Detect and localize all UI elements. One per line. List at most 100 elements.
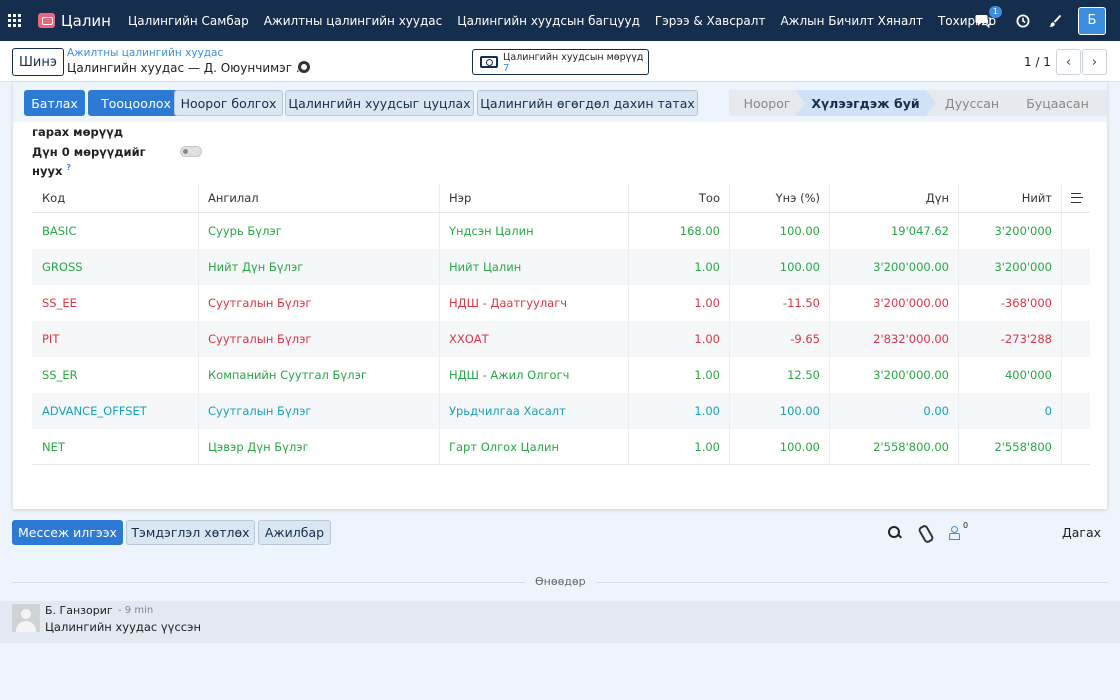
cell-name: НДШ - Даатгуулагч — [440, 285, 629, 321]
table-row[interactable]: PIT Суутгалын Бүлэг ХХОАТ 1.00 -9.65 2'8… — [32, 321, 1090, 357]
cell-amount: 3'200'000.00 — [830, 285, 959, 321]
confirm-button[interactable]: Батлах — [24, 90, 85, 116]
hide-zero-toggle[interactable] — [180, 146, 202, 157]
cancel-payslip-button[interactable]: Цалингийн хуудсыг цуцлах — [285, 90, 474, 116]
chevron-right-icon: › — [1091, 54, 1098, 70]
form-sheet: Батлах Тооцоолох Ноорог болгох Цалингийн… — [13, 82, 1107, 509]
cell-name: Гарт Олгох Цалин — [440, 429, 629, 465]
apps-grid-icon[interactable] — [8, 13, 22, 28]
help-icon[interactable]: ? — [66, 163, 71, 172]
cell-category: Цэвэр Дүн Бүлэг — [199, 429, 440, 465]
search-icon[interactable] — [887, 525, 903, 541]
menu-item-work-entries[interactable]: Ажлын Бичилт Хяналт — [780, 14, 923, 28]
app-brand[interactable]: Цалин — [38, 12, 111, 30]
menu-item-contracts[interactable]: Гэрээ & Хавсралт — [655, 14, 766, 28]
header-amount[interactable]: Дүн — [830, 183, 959, 212]
table-row[interactable]: SS_EE Суутгалын Бүлэг НДШ - Даатгуулагч … — [32, 285, 1090, 321]
refresh-payslip-data-button[interactable]: Цалингийн өгөгдөл дахин татах — [477, 90, 698, 116]
paperclip-icon[interactable] — [917, 525, 933, 541]
menu-item-payslips[interactable]: Ажилтны цалингийн хуудас — [264, 14, 443, 28]
breadcrumb-parent[interactable]: Ажилтны цалингийн хуудас — [67, 47, 223, 59]
column-settings-button[interactable] — [1062, 183, 1090, 212]
money-icon — [480, 56, 498, 68]
payslip-lines-smart-button[interactable]: Цалингийн хуудсын мөрүүд 7 — [472, 49, 649, 75]
row-spacer — [1062, 249, 1090, 285]
main-menu: Цалингийн Самбар Ажилтны цалингийн хууда… — [128, 14, 1011, 28]
payroll-app-icon — [38, 13, 55, 28]
pager-prev-button[interactable]: ‹ — [1056, 49, 1081, 75]
brush-icon[interactable] — [1046, 12, 1064, 30]
cell-quantity: 1.00 — [629, 393, 730, 429]
follow-button[interactable]: Дагах — [1062, 525, 1101, 540]
row-spacer — [1062, 321, 1090, 357]
cell-name: Урьдчилгаа Хасалт — [440, 393, 629, 429]
stage-waiting[interactable]: Хүлээгдэж буй — [795, 90, 936, 116]
menu-item-payslip-batches[interactable]: Цалингийн хуудсын багцууд — [457, 14, 640, 28]
cell-code: BASIC — [32, 213, 199, 249]
new-button[interactable]: Шинэ — [12, 48, 64, 76]
cell-category: Суутгалын Бүлэг — [199, 393, 440, 429]
cell-name: Нийт Цалин — [440, 249, 629, 285]
hide-zero-label-text: Дүн 0 мөрүүдийг нуух — [32, 145, 146, 178]
table-row[interactable]: ADVANCE_OFFSET Суутгалын Бүлэг Урьдчилга… — [32, 393, 1090, 429]
header-quantity[interactable]: Тоо — [629, 183, 730, 212]
cell-rate: -9.65 — [730, 321, 830, 357]
table-bottom-border — [32, 464, 1090, 465]
cell-total: 2'558'800 — [959, 429, 1062, 465]
cell-code: PIT — [32, 321, 199, 357]
header-total[interactable]: Нийт — [959, 183, 1062, 212]
send-message-button[interactable]: Мессеж илгээх — [12, 520, 123, 545]
table-header: Код Ангилал Нэр Тоо Үнэ (%) Дүн Нийт — [32, 183, 1090, 213]
smart-button-label: Цалингийн хуудсын мөрүүд — [503, 52, 644, 63]
log-note-button[interactable]: Тэмдэглэл хөтлөх — [126, 520, 255, 545]
compute-button[interactable]: Тооцоолох — [88, 90, 184, 116]
cell-amount: 19'047.62 — [830, 213, 959, 249]
menu-item-dashboard[interactable]: Цалингийн Самбар — [128, 14, 249, 28]
header-category[interactable]: Ангилал — [199, 183, 440, 212]
gear-icon[interactable] — [298, 61, 310, 73]
table-row[interactable]: NET Цэвэр Дүн Бүлэг Гарт Олгох Цалин 1.0… — [32, 429, 1090, 465]
cell-amount: 3'200'000.00 — [830, 249, 959, 285]
cell-code: SS_ER — [32, 357, 199, 393]
table-row[interactable]: SS_ER Компанийн Суутгал Бүлэг НДШ - Ажил… — [32, 357, 1090, 393]
stage-done[interactable]: Дууссан — [926, 90, 1018, 116]
set-to-draft-button[interactable]: Ноорог болгох — [174, 90, 283, 116]
row-spacer — [1062, 213, 1090, 249]
cell-category: Суутгалын Бүлэг — [199, 321, 440, 357]
followers-icon[interactable] — [947, 525, 963, 541]
message-body: Цалингийн хуудас үүссэн — [45, 620, 201, 634]
chat-icon[interactable]: 1 — [974, 5, 1002, 30]
cell-total: -368'000 — [959, 285, 1062, 321]
sliders-icon — [1071, 192, 1083, 203]
clock-icon[interactable] — [1014, 12, 1032, 30]
field-label-hide-zero: Дүн 0 мөрүүдийг нуух ? — [32, 144, 152, 179]
status-bar: Батлах Тооцоолох Ноорог болгох Цалингийн… — [13, 82, 1107, 122]
cell-name: Үндсэн Цалин — [440, 213, 629, 249]
cell-rate: 100.00 — [730, 429, 830, 465]
cell-category: Суурь Бүлэг — [199, 213, 440, 249]
cell-code: GROSS — [32, 249, 199, 285]
row-spacer — [1062, 393, 1090, 429]
header-rate[interactable]: Үнэ (%) — [730, 183, 830, 212]
activity-button[interactable]: Ажилбар — [258, 520, 331, 545]
cell-category: Суутгалын Бүлэг — [199, 285, 440, 321]
message-author[interactable]: Б. Ганзориг — [45, 604, 113, 617]
header-code[interactable]: Код — [32, 183, 199, 212]
stage-cancelled[interactable]: Буцаасан — [1008, 90, 1107, 116]
app-name: Цалин — [61, 11, 111, 30]
table-row[interactable]: BASIC Суурь Бүлэг Үндсэн Цалин 168.00 10… — [32, 213, 1090, 249]
user-avatar[interactable]: Б — [1078, 6, 1106, 35]
breadcrumb-current: Цалингийн хуудас — Д. Оюунчимэг ... — [67, 61, 308, 75]
cell-name: НДШ - Ажил Олгогч — [440, 357, 629, 393]
cell-amount: 3'200'000.00 — [830, 357, 959, 393]
chat-badge: 1 — [988, 5, 1002, 18]
pager-value[interactable]: 1 / 1 — [1024, 55, 1051, 69]
pager-next-button[interactable]: › — [1082, 49, 1107, 75]
table-row[interactable]: GROSS Нийт Дүн Бүлэг Нийт Цалин 1.00 100… — [32, 249, 1090, 285]
author-avatar-icon[interactable] — [12, 604, 40, 632]
stage-draft[interactable]: Ноорог — [729, 90, 805, 116]
cell-code: NET — [32, 429, 199, 465]
cell-quantity: 1.00 — [629, 429, 730, 465]
cell-rate: 12.50 — [730, 357, 830, 393]
header-name[interactable]: Нэр — [440, 183, 629, 212]
